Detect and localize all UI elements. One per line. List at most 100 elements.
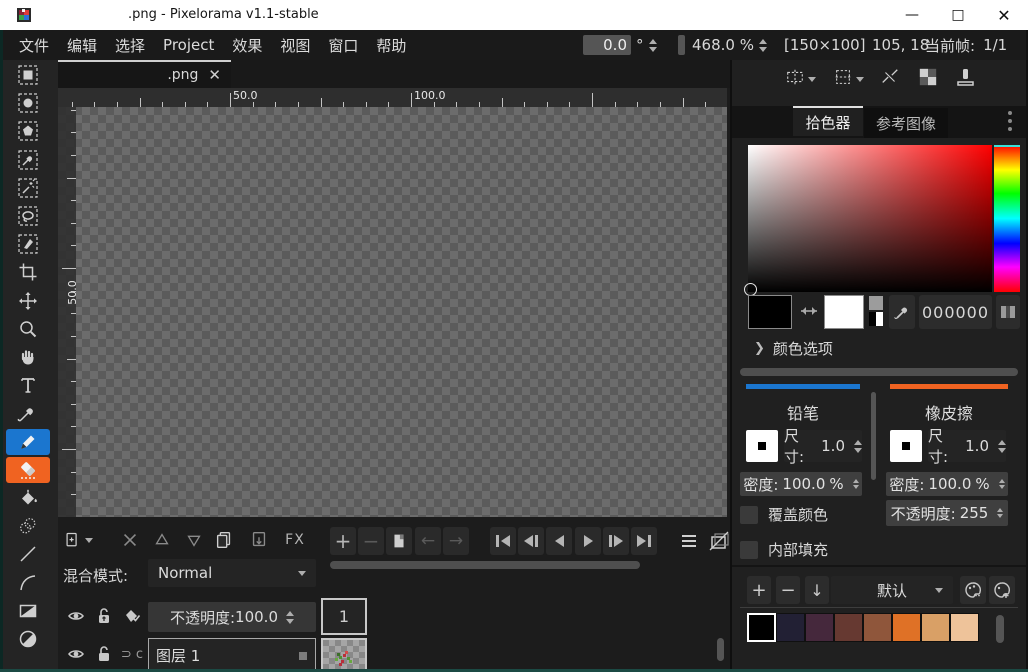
- tool-move[interactable]: [6, 288, 50, 314]
- onion-skin-button[interactable]: [706, 527, 732, 555]
- edit-palette-button[interactable]: [960, 576, 986, 604]
- kebab-menu-icon[interactable]: [1008, 111, 1012, 131]
- move-frame-right-button[interactable]: →: [443, 527, 469, 555]
- pencil-density-slider[interactable]: 密度: 100.0 %: [740, 472, 862, 496]
- pencil-brush-preview[interactable]: [746, 430, 778, 462]
- hue-cursor[interactable]: [994, 145, 1020, 147]
- sort-palette-button[interactable]: ↓: [805, 576, 829, 604]
- layer-name-field[interactable]: 图层 1: [148, 638, 316, 672]
- tool-ellipse[interactable]: [6, 626, 50, 652]
- palette-color-7[interactable]: [950, 613, 979, 642]
- rotation-value[interactable]: 0.0: [583, 35, 631, 55]
- vertical-ruler[interactable]: 50.0: [58, 107, 76, 517]
- move-frame-left-button[interactable]: ←: [415, 527, 441, 555]
- tool-eraser[interactable]: [6, 457, 50, 483]
- new-palette-button[interactable]: [989, 576, 1015, 604]
- tool-ellipse-select[interactable]: [6, 90, 50, 116]
- pixel-perfect-button[interactable]: [874, 64, 905, 94]
- copy-frame-button[interactable]: [386, 527, 412, 555]
- overwrite-color-checkbox[interactable]: [740, 506, 758, 524]
- mirror-vertical-button[interactable]: [827, 64, 869, 94]
- saturation-value-picker[interactable]: [748, 145, 992, 292]
- minimize-button[interactable]: —: [892, 2, 932, 28]
- move-layer-up-button[interactable]: [147, 527, 177, 553]
- fill-inside-checkbox-row[interactable]: 内部填充: [740, 539, 828, 560]
- frame-header[interactable]: 1: [321, 598, 367, 635]
- next-frame-button[interactable]: [603, 527, 629, 555]
- layer1-visibility-button[interactable]: [62, 641, 90, 667]
- fill-inside-checkbox[interactable]: [740, 541, 758, 559]
- tool-rectangle-select[interactable]: [6, 62, 50, 88]
- fx-button[interactable]: FX: [280, 527, 310, 553]
- palette-color-3[interactable]: [834, 613, 863, 642]
- palette-color-1[interactable]: [776, 613, 805, 642]
- canvas[interactable]: [58, 107, 727, 517]
- tab-reference-images[interactable]: 参考图像: [864, 108, 948, 138]
- layer-visibility-button[interactable]: [62, 603, 90, 629]
- menu-item-2[interactable]: 编辑: [58, 35, 106, 56]
- secondary-color-swatch[interactable]: [824, 295, 864, 329]
- play-backwards-button[interactable]: [546, 527, 572, 555]
- layer1-link-icon[interactable]: ⊃ c: [119, 641, 145, 667]
- default-colors-top[interactable]: [869, 296, 883, 310]
- hue-slider[interactable]: [994, 145, 1020, 292]
- eraser-density-slider[interactable]: 密度: 100.0 %: [886, 472, 1008, 496]
- cel-thumbnail[interactable]: [321, 638, 367, 672]
- cel-list-button[interactable]: [676, 527, 702, 555]
- prev-frame-button[interactable]: [518, 527, 544, 555]
- alpha-checker-button[interactable]: [911, 64, 944, 94]
- remove-frame-button[interactable]: −: [358, 527, 384, 555]
- palette-color-2[interactable]: [805, 613, 834, 642]
- menu-item-4[interactable]: Project: [154, 36, 223, 54]
- eyedropper-button[interactable]: [889, 295, 915, 329]
- link-cels-button[interactable]: [118, 603, 146, 629]
- title-bar[interactable]: .png - Pixelorama v1.1-stable — □ ✕: [0, 0, 1028, 31]
- eraser-size-spinbox[interactable]: 尺寸: 1.0: [928, 430, 1006, 462]
- add-palette-color-button[interactable]: +: [747, 576, 771, 604]
- palette-color-0[interactable]: [747, 613, 776, 642]
- tool-color-picker[interactable]: [6, 400, 50, 426]
- palette-color-6[interactable]: [921, 613, 950, 642]
- pencil-size-spinbox[interactable]: 尺寸: 1.0: [784, 430, 862, 462]
- layer-opacity-spinbox[interactable]: 不透明度: 100.0: [148, 602, 316, 632]
- zoom-spin-arrows[interactable]: [759, 39, 767, 52]
- close-button[interactable]: ✕: [984, 2, 1024, 28]
- ink-stamp-button[interactable]: [948, 64, 981, 94]
- palette-color-4[interactable]: [863, 613, 892, 642]
- remove-palette-color-button[interactable]: −: [776, 576, 800, 604]
- horizontal-ruler[interactable]: 50.0100.0: [58, 88, 727, 107]
- eraser-opacity-slider[interactable]: 不透明度: 255: [886, 500, 1008, 526]
- tool-rectangle[interactable]: [6, 598, 50, 624]
- pencil-panel-scrollbar[interactable]: [871, 392, 876, 480]
- color-options-expander[interactable]: ❯ 颜色选项: [754, 338, 833, 359]
- tool-line[interactable]: [6, 541, 50, 567]
- play-forward-button[interactable]: [575, 527, 601, 555]
- blend-mode-dropdown[interactable]: Normal: [148, 559, 316, 587]
- delete-layer-button[interactable]: [115, 527, 145, 553]
- color-mode-button[interactable]: [996, 295, 1020, 329]
- layer1-lock-button[interactable]: [91, 641, 117, 667]
- duplicate-layer-button[interactable]: [209, 527, 239, 553]
- swap-colors-icon[interactable]: [796, 303, 822, 319]
- tool-lasso[interactable]: [6, 203, 50, 229]
- document-tab[interactable]: .png ✕: [58, 60, 231, 88]
- zoom-spinbox[interactable]: 468.0 %: [678, 30, 767, 60]
- default-colors-swatch[interactable]: [869, 312, 883, 326]
- tool-pan[interactable]: [6, 344, 50, 370]
- eraser-brush-preview[interactable]: [890, 430, 922, 462]
- add-frame-button[interactable]: +: [330, 527, 356, 555]
- hex-color-field[interactable]: 000000: [919, 295, 992, 329]
- tool-curve[interactable]: [6, 570, 50, 596]
- layer-lock-button[interactable]: [91, 603, 117, 629]
- go-last-frame-button[interactable]: [631, 527, 657, 555]
- zoom-value[interactable]: 468.0 %: [692, 36, 754, 54]
- menu-item-8[interactable]: 帮助: [367, 35, 415, 56]
- mirror-horizontal-button[interactable]: [777, 64, 824, 94]
- tool-zoom[interactable]: [6, 316, 50, 342]
- tool-magic-wand[interactable]: [6, 175, 50, 201]
- tab-color-picker[interactable]: 拾色器: [793, 106, 863, 136]
- merge-layer-down-button[interactable]: [244, 527, 274, 553]
- move-layer-down-button[interactable]: [179, 527, 209, 553]
- tool-select-by-color[interactable]: [6, 147, 50, 173]
- overwrite-color-checkbox-row[interactable]: 覆盖颜色: [740, 504, 828, 525]
